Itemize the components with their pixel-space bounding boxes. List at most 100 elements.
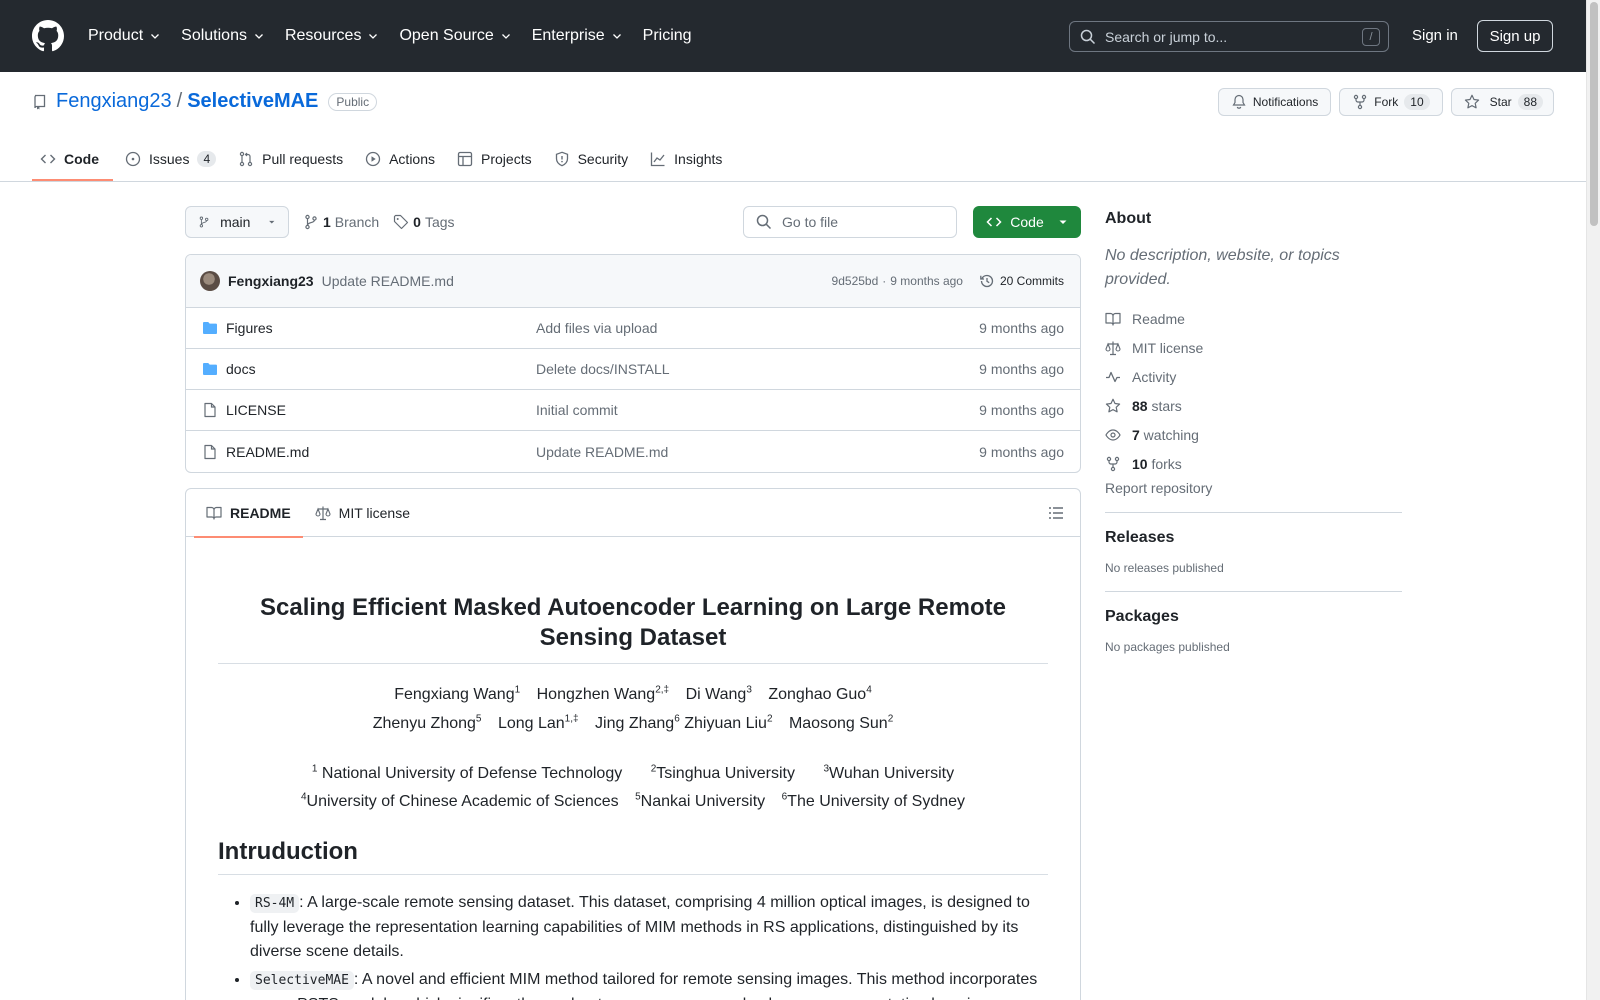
file-commit-message[interactable]: Delete docs/INSTALL bbox=[536, 361, 979, 377]
sidebar-item-stars[interactable]: 88 stars bbox=[1105, 391, 1402, 420]
readme-tabs: README MIT license bbox=[186, 489, 1080, 538]
notifications-button[interactable]: Notifications bbox=[1217, 88, 1332, 116]
tabs-divider bbox=[0, 181, 1600, 182]
author-name: Zonghao Guo bbox=[768, 686, 867, 704]
search-input[interactable]: Search or jump to... / bbox=[1069, 21, 1389, 52]
file-name[interactable]: docs bbox=[226, 361, 256, 377]
branch-count[interactable]: 1 bbox=[323, 214, 331, 230]
nav-resources[interactable]: Resources bbox=[285, 27, 379, 45]
author-name: Long Lan bbox=[497, 714, 565, 732]
code-button-label: Code bbox=[1010, 214, 1044, 230]
author: Maosong Sun2 bbox=[789, 713, 894, 731]
code-dropdown-button[interactable]: Code bbox=[973, 206, 1081, 238]
law-icon bbox=[315, 506, 331, 520]
commits-link[interactable]: 20 Commits bbox=[979, 273, 1064, 289]
book-icon bbox=[1105, 312, 1121, 326]
tab-readme[interactable]: README bbox=[194, 489, 303, 538]
file-time: 9 months ago bbox=[979, 320, 1064, 336]
tag-icon bbox=[394, 214, 409, 230]
page-scrollbar[interactable] bbox=[1586, 0, 1600, 1000]
sign-in-link[interactable]: Sign in bbox=[1412, 27, 1458, 44]
github-logo-icon[interactable] bbox=[32, 20, 64, 52]
tab-code[interactable]: Code bbox=[32, 140, 113, 181]
report-repository-link[interactable]: Report repository bbox=[1105, 480, 1402, 496]
sidebar-item-readme[interactable]: Readme bbox=[1105, 304, 1402, 333]
tab-license[interactable]: MIT license bbox=[303, 489, 422, 537]
sidebar-item-activity[interactable]: Activity bbox=[1105, 362, 1402, 391]
file-commit-message[interactable]: Add files via upload bbox=[536, 320, 979, 336]
chevron-down-icon bbox=[501, 34, 510, 39]
nav-enterprise[interactable]: Enterprise bbox=[532, 27, 623, 45]
file-row[interactable]: Figures Add files via upload 9 months ag… bbox=[186, 308, 1080, 349]
file-commit-message[interactable]: Update README.md bbox=[536, 444, 979, 460]
tab-label: Security bbox=[577, 151, 629, 167]
author-sup: 1,‡ bbox=[564, 713, 579, 725]
fork-button[interactable]: Fork 10 bbox=[1339, 88, 1443, 116]
tag-label[interactable]: Tags bbox=[425, 214, 455, 230]
sidebar-item-license[interactable]: MIT license bbox=[1105, 333, 1402, 362]
about-description: No description, website, or topics provi… bbox=[1105, 247, 1340, 288]
branch-selector[interactable]: main bbox=[185, 206, 289, 238]
avatar[interactable] bbox=[200, 271, 220, 291]
tab-issues[interactable]: Issues 4 bbox=[117, 140, 230, 178]
nav-pricing[interactable]: Pricing bbox=[643, 27, 692, 45]
file-row[interactable]: LICENSE Initial commit 9 months ago bbox=[186, 390, 1080, 431]
pull-request-icon bbox=[239, 151, 253, 167]
author: Zhiyuan Liu2 bbox=[684, 713, 772, 732]
author-name: Zhiyuan Liu bbox=[684, 714, 767, 732]
latest-commit-row: Fengxiang23 Update README.md 9d525bd · 9… bbox=[186, 255, 1080, 308]
go-to-file-input[interactable]: Go to file bbox=[743, 206, 957, 238]
author-sup: 3 bbox=[746, 685, 752, 696]
tab-pull-requests[interactable]: Pull requests bbox=[230, 140, 357, 178]
commit-hash[interactable]: 9d525bd bbox=[832, 274, 879, 288]
star-count: 88 bbox=[1517, 94, 1543, 110]
author-sup: 2 bbox=[887, 713, 894, 725]
file-row[interactable]: README.md Update README.md 9 months ago bbox=[186, 431, 1080, 472]
commit-dot: · bbox=[882, 274, 887, 288]
sign-up-button[interactable]: Sign up bbox=[1477, 20, 1553, 52]
sidebar-item-label: Readme bbox=[1132, 310, 1185, 327]
repo-name-link[interactable]: SelectiveMAE bbox=[187, 90, 318, 113]
affiliation-name: Nankai University bbox=[640, 793, 766, 811]
branch-label[interactable]: Branch bbox=[335, 214, 379, 230]
packages-heading[interactable]: Packages bbox=[1105, 608, 1402, 626]
affiliation: 4University of Chinese Academic of Scien… bbox=[301, 792, 619, 810]
tab-security[interactable]: Security bbox=[546, 140, 643, 178]
readme-content: Scaling Efficient Masked Autoencoder Lea… bbox=[186, 537, 1080, 1000]
authors-line: Fengxiang Wang1 Hongzhen Wang2,‡ Di Wang… bbox=[218, 679, 1048, 707]
star-button[interactable]: Star 88 bbox=[1450, 88, 1554, 116]
file-name[interactable]: README.md bbox=[226, 444, 309, 460]
author-sup: 5 bbox=[475, 713, 482, 725]
sidebar-item-label: MIT license bbox=[1132, 339, 1204, 356]
tab-projects[interactable]: Projects bbox=[449, 140, 546, 178]
releases-heading[interactable]: Releases bbox=[1105, 529, 1402, 547]
tab-insights[interactable]: Insights bbox=[642, 140, 736, 178]
sidebar-item-count: 7 bbox=[1132, 426, 1140, 443]
table-of-contents-icon[interactable] bbox=[1048, 505, 1064, 521]
tab-actions[interactable]: Actions bbox=[357, 140, 449, 178]
tag-count[interactable]: 0 bbox=[413, 214, 421, 230]
scrollbar-thumb[interactable] bbox=[1590, 2, 1598, 226]
list-item: RS-4M: A large-scale remote sensing data… bbox=[250, 891, 1048, 964]
nav-product[interactable]: Product bbox=[88, 27, 161, 45]
nav-open-source[interactable]: Open Source bbox=[399, 27, 511, 45]
search-shortcut-hint: / bbox=[1362, 28, 1380, 46]
commit-meta: 9d525bd · 9 months ago 20 Commits bbox=[832, 273, 1064, 289]
file-commit-message[interactable]: Initial commit bbox=[536, 402, 979, 418]
author-sup: 2,‡ bbox=[655, 685, 670, 696]
file-name-cell: docs bbox=[202, 361, 536, 377]
affiliation: 2Tsinghua University bbox=[651, 764, 795, 782]
file-row[interactable]: docs Delete docs/INSTALL 9 months ago bbox=[186, 349, 1080, 390]
file-name[interactable]: LICENSE bbox=[226, 402, 286, 418]
commit-message[interactable]: Update README.md bbox=[322, 273, 454, 289]
commit-author[interactable]: Fengxiang23 bbox=[228, 273, 314, 289]
nav-solutions[interactable]: Solutions bbox=[181, 27, 265, 45]
packages-text: No packages published bbox=[1105, 640, 1230, 654]
sidebar-item-watching[interactable]: 7 watching bbox=[1105, 420, 1402, 449]
sidebar-item-forks[interactable]: 10 forks bbox=[1105, 449, 1402, 478]
repo-owner-link[interactable]: Fengxiang23 bbox=[56, 90, 172, 113]
tab-label: Insights bbox=[674, 151, 723, 167]
nav-label: Product bbox=[88, 27, 144, 44]
file-name[interactable]: Figures bbox=[226, 320, 273, 336]
inline-code: SelectiveMAE bbox=[250, 971, 354, 991]
